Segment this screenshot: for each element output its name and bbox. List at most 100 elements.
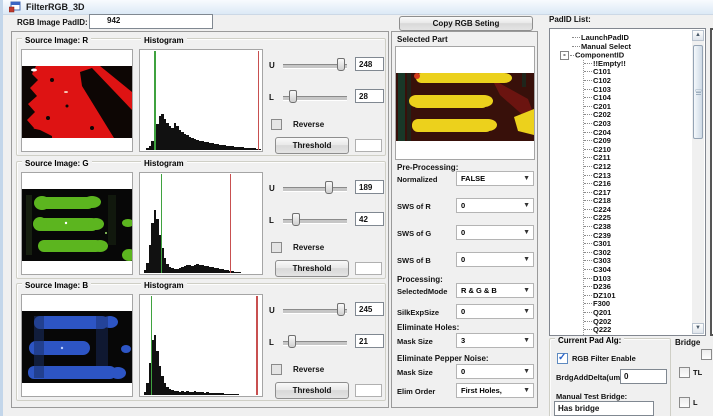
scrollbar-grip — [696, 90, 701, 91]
mask-size-holes-label: Mask Size — [397, 337, 433, 346]
middle-panel: Selected Part Pre-Processing: — [391, 31, 538, 408]
channel-g-group: Source Image: G Histogram — [16, 161, 386, 279]
tree-twig — [584, 269, 592, 271]
pad-id-value: 942 — [107, 16, 120, 25]
tree-twig — [570, 55, 574, 57]
app-icon — [9, 1, 21, 13]
histogram-upper-line — [258, 51, 260, 150]
mask-size-pepper-dropdown[interactable]: 0 ▼ — [456, 364, 534, 379]
histogram-bars — [141, 173, 261, 273]
threshold-result-box — [355, 262, 382, 275]
padid-list-title: PadID List: — [549, 15, 591, 24]
chevron-down-icon: ▼ — [523, 368, 530, 376]
threshold-result-box — [355, 139, 382, 152]
scroll-up-arrow-icon[interactable]: ▲ — [692, 30, 704, 41]
upper-slider-thumb[interactable] — [325, 181, 333, 194]
tree-twig — [584, 217, 592, 219]
field-dropdown[interactable]: 0 ▼ — [456, 225, 534, 240]
lower-value-input[interactable] — [355, 89, 384, 103]
tree-twig — [584, 278, 592, 280]
bridge-l-checkbox[interactable] — [679, 397, 690, 408]
upper-slider-thumb[interactable] — [337, 303, 345, 316]
threshold-button[interactable]: Threshold — [275, 137, 349, 154]
field-dropdown[interactable]: 0 ▼ — [456, 252, 534, 267]
field-dropdown[interactable]: 0 ▼ — [456, 198, 534, 213]
reverse-label: Reverse — [293, 243, 324, 252]
eliminate-pepper-title: Eliminate Pepper Noise: — [397, 354, 489, 363]
tree-twig — [584, 286, 592, 288]
upper-value-input[interactable] — [355, 57, 384, 71]
field-label: SWS of R — [397, 202, 431, 211]
tree-twig — [584, 63, 592, 65]
tree-twig — [584, 157, 592, 159]
source-image-r-box — [21, 49, 133, 152]
tree-twig — [584, 329, 592, 331]
reverse-checkbox[interactable] — [271, 242, 282, 253]
tree-twig — [584, 295, 592, 297]
pre-processing-row: SWS of G 0 ▼ — [392, 225, 537, 252]
tree-twig — [584, 175, 592, 177]
histogram-label: Histogram — [141, 281, 187, 290]
tree-twig — [584, 303, 592, 305]
tree-scrollbar[interactable]: ▲ ▼ — [692, 30, 704, 334]
tree-twig — [584, 89, 592, 91]
current-pad-alg-group: Current Pad Alg: RGB Filter Enable BrdgA… — [549, 338, 671, 416]
selected-part-image — [396, 73, 534, 141]
threshold-button[interactable]: Threshold — [275, 382, 349, 399]
tree-twig — [584, 123, 592, 125]
field-dropdown[interactable]: FALSE ▼ — [456, 171, 534, 186]
upper-slider-track[interactable] — [283, 187, 347, 192]
lower-slider-thumb[interactable] — [289, 90, 297, 103]
lower-slider-thumb[interactable] — [288, 335, 296, 348]
source-image-r — [22, 66, 132, 138]
channel-g-title: Source Image: G — [22, 159, 92, 168]
channel-r-controls: U L Reverse Threshold — [267, 49, 385, 155]
scrollbar-thumb[interactable] — [693, 45, 703, 139]
elim-order-dropdown[interactable]: First Holes, ▼ — [456, 383, 534, 398]
copy-rgb-setting-button[interactable]: Copy RGB Seting — [399, 16, 533, 31]
lower-slider-thumb[interactable] — [292, 213, 300, 226]
elim-order-label: Elim Order — [397, 387, 435, 396]
threshold-button[interactable]: Threshold — [275, 260, 349, 277]
chevron-down-icon: ▼ — [523, 387, 530, 395]
reverse-checkbox[interactable] — [271, 119, 282, 130]
lower-value-input[interactable] — [355, 334, 384, 348]
tree-twig — [584, 71, 592, 73]
tree-twig — [584, 235, 592, 237]
upper-value-input[interactable] — [355, 302, 384, 316]
collapse-minus-icon[interactable]: - — [560, 51, 569, 60]
channel-b-title: Source Image: B — [22, 281, 91, 290]
component-children: !!Empty!! C101 C102 C103 C104 C201 C202 … — [583, 60, 691, 335]
lower-value-input[interactable] — [355, 212, 384, 226]
bridge-title: Bridge — [675, 338, 700, 347]
upper-label: U — [269, 61, 275, 70]
chevron-down-icon: ▼ — [523, 256, 530, 264]
histogram-lower-line — [154, 51, 156, 150]
channels-panel: Source Image: R Histogram — [11, 31, 389, 408]
mask-size-holes-dropdown[interactable]: 3 ▼ — [456, 333, 534, 348]
brdg-add-delta-input[interactable] — [620, 369, 667, 384]
threshold-result-box — [355, 384, 382, 397]
manual-test-bridge-label: Manual Test Bridge: — [556, 392, 627, 401]
source-image-g-box — [21, 172, 133, 275]
reverse-checkbox[interactable] — [271, 364, 282, 375]
selected-part-box — [395, 46, 535, 160]
bridge-tl-checkbox[interactable] — [679, 367, 690, 378]
pre-processing-row: SWS of R 0 ▼ — [392, 198, 537, 225]
tree-twig — [584, 106, 592, 108]
field-label: SWS of G — [397, 229, 431, 238]
titlebar: FilterRGB_3D — [0, 0, 713, 15]
rgb-filter-enable-checkbox[interactable] — [557, 353, 568, 364]
pad-id-label: RGB Image PadID: — [17, 18, 88, 27]
histogram-label: Histogram — [141, 159, 187, 168]
bridge-l-label: L — [693, 398, 698, 407]
scroll-down-arrow-icon[interactable]: ▼ — [692, 323, 704, 334]
manual-test-bridge-input[interactable] — [554, 401, 654, 416]
bridge-partial-checkbox[interactable] — [701, 349, 712, 360]
field-label: SWS of B — [397, 256, 431, 265]
silk-exp-size-dropdown[interactable]: 0 ▼ — [456, 304, 534, 319]
upper-value-input[interactable] — [355, 180, 384, 194]
upper-slider-thumb[interactable] — [337, 58, 345, 71]
bridge-group: Bridge TL L — [675, 336, 713, 416]
selected-mode-dropdown[interactable]: R & G & B ▼ — [456, 283, 534, 298]
